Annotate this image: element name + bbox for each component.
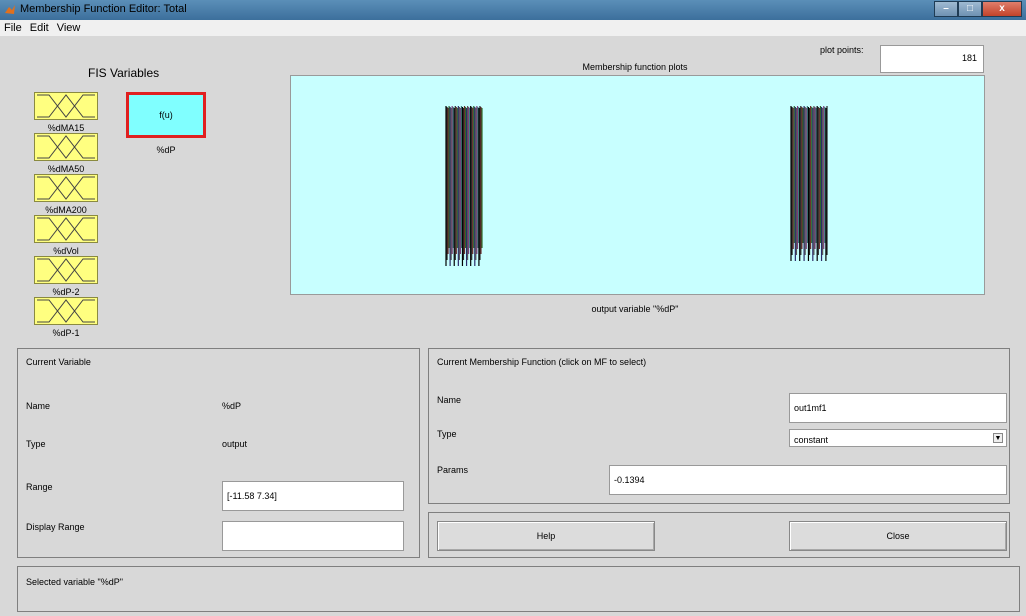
- range-label: Range: [26, 482, 53, 492]
- input-variable-box[interactable]: [34, 92, 98, 120]
- input-variable-box[interactable]: [34, 297, 98, 325]
- status-panel: Selected variable "%dP": [17, 566, 1020, 612]
- membership-function-plot[interactable]: [290, 75, 985, 295]
- mf-shape-icon: [37, 176, 95, 200]
- input-variable-box[interactable]: [34, 133, 98, 161]
- title-bar: Membership Function Editor: Total – □ x: [0, 0, 1026, 20]
- menu-view[interactable]: View: [57, 22, 81, 34]
- current-variable-panel: Current Variable Name %dP Type output Ra…: [17, 348, 420, 558]
- mf-type-select[interactable]: constant ▼: [789, 429, 1007, 447]
- plot-points-input[interactable]: 181: [880, 45, 984, 73]
- mf-type-value: constant: [794, 435, 829, 445]
- status-text: Selected variable "%dP": [26, 577, 123, 587]
- input-variable-box[interactable]: [34, 215, 98, 243]
- input-variable-box[interactable]: [34, 256, 98, 284]
- variable-name-value: %dP: [222, 401, 242, 411]
- input-variable-label: %dMA50: [47, 164, 85, 174]
- variable-type-value: output: [222, 439, 248, 449]
- mf-params-input[interactable]: -0.1394: [609, 465, 1007, 495]
- menu-bar: File Edit View: [0, 20, 1026, 36]
- current-variable-title: Current Variable: [26, 357, 91, 367]
- menu-edit[interactable]: Edit: [30, 22, 49, 34]
- input-variable-label: %dP-2: [52, 287, 80, 297]
- mf-shape-icon: [37, 94, 95, 118]
- mf-name-label: Name: [437, 395, 462, 405]
- maximize-button[interactable]: □: [958, 1, 982, 17]
- display-range-input[interactable]: [222, 521, 404, 551]
- variable-type-label: Type: [26, 439, 46, 449]
- plot-caption: output variable "%dP": [591, 304, 679, 314]
- input-variable-label: %dVol: [53, 246, 79, 256]
- input-variable-label: %dP-1: [52, 328, 80, 338]
- range-input[interactable]: [-11.58 7.34]: [222, 481, 404, 511]
- window-title: Membership Function Editor: Total: [20, 3, 187, 15]
- matlab-icon: [5, 5, 15, 14]
- mf-shape-icon: [37, 217, 95, 241]
- menu-file[interactable]: File: [4, 22, 22, 34]
- output-variable-label: %dP: [156, 145, 176, 155]
- minimize-button[interactable]: –: [934, 1, 958, 17]
- fis-variables-title: FIS Variables: [88, 66, 160, 80]
- mf-name-input[interactable]: out1mf1: [789, 393, 1007, 423]
- plot-points-label: plot points:: [820, 45, 864, 55]
- chevron-down-icon[interactable]: ▼: [993, 433, 1003, 443]
- input-variable-box[interactable]: [34, 174, 98, 202]
- button-panel: Help Close: [428, 512, 1010, 558]
- variable-name-label: Name: [26, 401, 51, 411]
- display-range-label: Display Range: [26, 522, 85, 532]
- output-variable-box[interactable]: f(u): [126, 92, 206, 138]
- input-variable-label: %dMA200: [45, 205, 87, 215]
- mf-shape-icon: [37, 135, 95, 159]
- close-button[interactable]: Close: [789, 521, 1007, 551]
- plot-title: Membership function plots: [582, 62, 688, 72]
- window-controls: – □ x: [934, 1, 1022, 17]
- close-window-button[interactable]: x: [982, 1, 1022, 17]
- plot-canvas[interactable]: [291, 76, 984, 294]
- help-button[interactable]: Help: [437, 521, 655, 551]
- mf-shape-icon: [37, 299, 95, 323]
- current-mf-title: Current Membership Function (click on MF…: [437, 357, 647, 367]
- mf-type-label: Type: [437, 429, 457, 439]
- current-mf-panel: Current Membership Function (click on MF…: [428, 348, 1010, 504]
- mf-shape-icon: [37, 258, 95, 282]
- mf-params-label: Params: [437, 465, 469, 475]
- input-variable-label: %dMA15: [47, 123, 85, 133]
